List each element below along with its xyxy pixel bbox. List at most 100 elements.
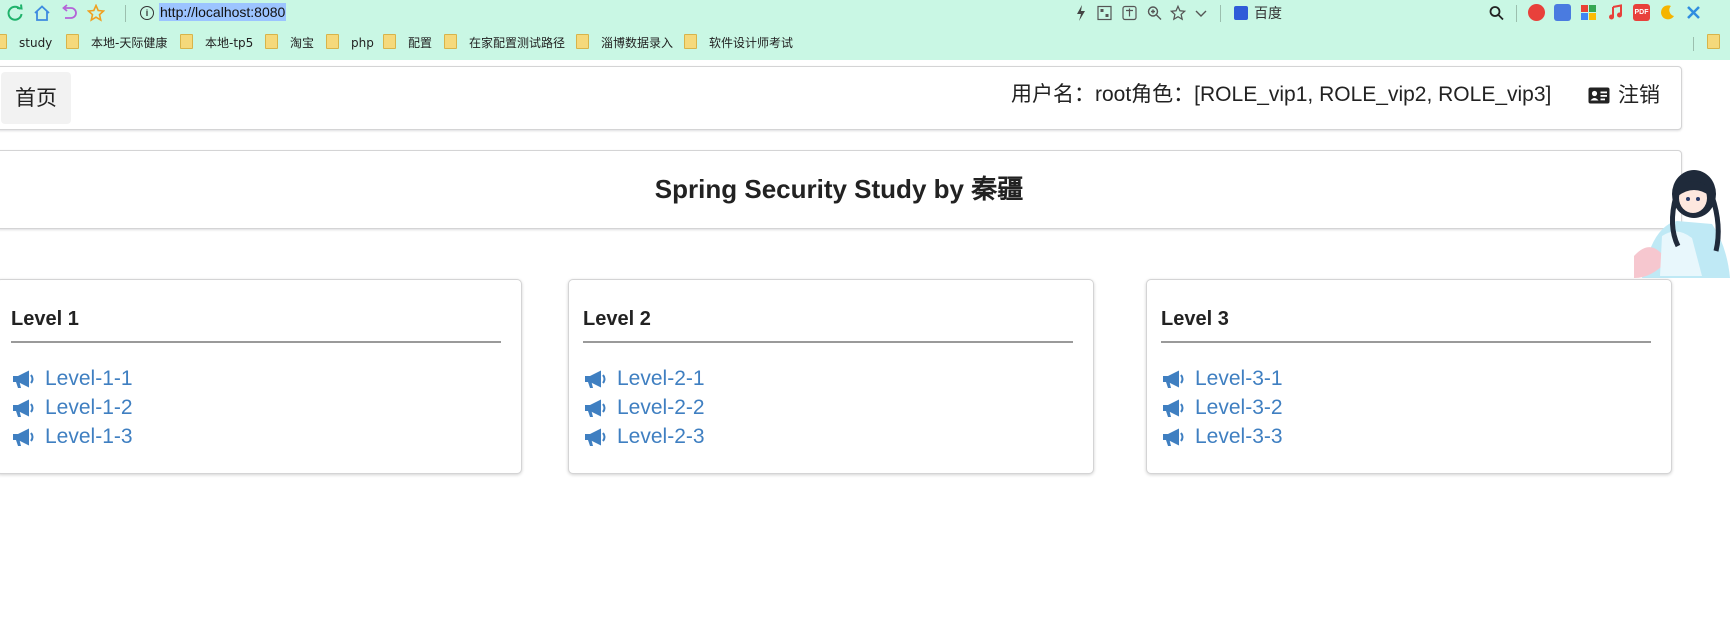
level-link-label: Level-2-1 — [617, 367, 705, 390]
mascot-character-image[interactable] — [1632, 166, 1730, 278]
logout-label: 注销 — [1618, 83, 1660, 107]
qr-code-icon[interactable] — [1097, 4, 1112, 22]
toolbar-separator — [1220, 5, 1221, 22]
bookmarks-separator — [1693, 37, 1694, 51]
extension-red-icon[interactable] — [1528, 4, 1545, 21]
bookmark-label: 软件设计师考试 — [709, 36, 794, 50]
extension-music-icon[interactable] — [1607, 4, 1624, 21]
level-link[interactable]: Level-3-1 — [1161, 364, 1283, 393]
extension-translate-icon[interactable] — [1554, 4, 1571, 21]
level-link[interactable]: Level-3-3 — [1161, 422, 1283, 451]
level-link[interactable]: Level-3-2 — [1161, 393, 1283, 422]
undo-icon[interactable] — [60, 4, 78, 22]
bullhorn-icon — [585, 370, 606, 388]
level-link[interactable]: Level-1-1 — [11, 364, 133, 393]
folder-icon — [180, 34, 193, 49]
search-icon[interactable] — [1489, 4, 1504, 22]
browser-toolbar: i http://localhost:8080 百度 PDF — [0, 0, 1730, 27]
extension-apps-icon[interactable] — [1580, 4, 1597, 21]
user-role-info: 用户名：root角色：[ROLE_vip1, ROLE_vip2, ROLE_v… — [1011, 83, 1552, 106]
bookmark-item[interactable]: 软件设计师考试 — [684, 33, 793, 53]
folder-icon — [326, 34, 339, 49]
bookmark-item[interactable]: 本地-天际健康 — [66, 33, 167, 53]
level-link[interactable]: Level-1-3 — [11, 422, 133, 451]
level-link-label: Level-3-2 — [1195, 396, 1283, 419]
folder-icon — [576, 34, 589, 49]
logout-link[interactable]: 注销 — [1588, 81, 1660, 109]
level-link-label: Level-1-2 — [45, 396, 133, 419]
folder-icon — [383, 34, 396, 49]
folder-icon — [444, 34, 457, 49]
level-title: Level 1 — [11, 308, 79, 330]
bullhorn-icon — [1163, 399, 1184, 417]
level-link-label: Level-2-2 — [617, 396, 705, 419]
level-title: Level 3 — [1161, 308, 1229, 330]
bookmark-item[interactable]: 在家配置测试路径 — [444, 33, 565, 53]
id-card-icon — [1588, 87, 1610, 104]
divider — [1161, 341, 1651, 343]
bookmark-label: 本地-tp5 — [205, 36, 254, 50]
top-menu: 首页 用户名：root角色：[ROLE_vip1, ROLE_vip2, ROL… — [0, 66, 1682, 130]
level-card: Level 3 Level-3-1 Level-3-2 Level-3-3 — [1146, 279, 1672, 474]
chevron-down-icon[interactable] — [1194, 4, 1208, 22]
bookmark-label: 配置 — [408, 36, 433, 50]
bookmark-label: 淄博数据录入 — [601, 36, 674, 50]
bookmark-item[interactable]: study — [0, 33, 52, 53]
bullhorn-icon — [1163, 428, 1184, 446]
site-info-icon[interactable]: i — [140, 6, 154, 20]
bookmark-label: 本地-天际健康 — [91, 36, 168, 50]
bullhorn-icon — [13, 428, 34, 446]
level-link-label: Level-1-3 — [45, 425, 133, 448]
bookmark-item[interactable]: 淘宝 — [265, 33, 314, 53]
lightning-icon[interactable] — [1074, 4, 1088, 22]
home-icon[interactable] — [33, 4, 51, 22]
bookmark-label: 在家配置测试路径 — [469, 36, 566, 50]
folder-icon — [0, 34, 7, 49]
page-title: Spring Security Study by 秦疆 — [654, 174, 1024, 204]
level-link[interactable]: Level-2-1 — [583, 364, 705, 393]
home-menu-item[interactable]: 首页 — [1, 72, 71, 124]
reload-icon[interactable] — [6, 4, 24, 22]
bullhorn-icon — [585, 399, 606, 417]
bookmark-item[interactable]: 本地-tp5 — [180, 33, 253, 53]
folder-icon — [66, 34, 79, 49]
level-link[interactable]: Level-1-2 — [11, 393, 133, 422]
bookmark-star-icon[interactable] — [87, 4, 105, 22]
folder-icon — [265, 34, 278, 49]
address-bar[interactable]: http://localhost:8080 — [159, 3, 287, 21]
bullhorn-icon — [1163, 370, 1184, 388]
level-link[interactable]: Level-2-3 — [583, 422, 705, 451]
level-card: Level 2 Level-2-1 Level-2-2 Level-2-3 — [568, 279, 1094, 474]
extension-tool-icon[interactable] — [1685, 4, 1702, 21]
level-card: Level 1 Level-1-1 Level-1-2 Level-1-3 — [0, 279, 522, 474]
bookmark-item[interactable]: 淄博数据录入 — [576, 33, 673, 53]
bookmarks-bar: study 本地-天际健康 本地-tp5 淘宝 php 配置 在家配置测试路径 … — [0, 27, 1730, 60]
extension-moon-icon[interactable] — [1659, 4, 1676, 21]
bullhorn-icon — [13, 399, 34, 417]
favorite-star-icon[interactable] — [1170, 4, 1186, 22]
folder-icon — [684, 34, 697, 49]
level-link[interactable]: Level-2-2 — [583, 393, 705, 422]
extension-pdf-icon[interactable]: PDF — [1633, 4, 1650, 21]
search-engine-label: 百度 — [1254, 5, 1282, 21]
level-title: Level 2 — [583, 308, 651, 330]
title-segment: Spring Security Study by 秦疆 — [0, 150, 1682, 229]
bookmark-label: php — [351, 36, 374, 50]
level-link-label: Level-3-3 — [1195, 425, 1283, 448]
divider — [11, 341, 501, 343]
bookmark-item[interactable]: 配置 — [383, 33, 432, 53]
toolbar-separator — [1516, 5, 1517, 22]
bullhorn-icon — [585, 428, 606, 446]
folder-icon — [1707, 34, 1720, 49]
translate-icon[interactable] — [1122, 4, 1137, 22]
level-link-label: Level-2-3 — [617, 425, 705, 448]
zoom-icon[interactable] — [1147, 4, 1162, 22]
bookmark-label: study — [19, 36, 53, 50]
bookmark-overflow[interactable] — [1707, 33, 1730, 53]
toolbar-separator — [125, 5, 126, 22]
baidu-logo-icon — [1234, 6, 1248, 20]
level-link-label: Level-3-1 — [1195, 367, 1283, 390]
search-engine-selector[interactable]: 百度 — [1234, 3, 1282, 23]
level-link-label: Level-1-1 — [45, 367, 133, 390]
bookmark-item[interactable]: php — [326, 33, 374, 53]
